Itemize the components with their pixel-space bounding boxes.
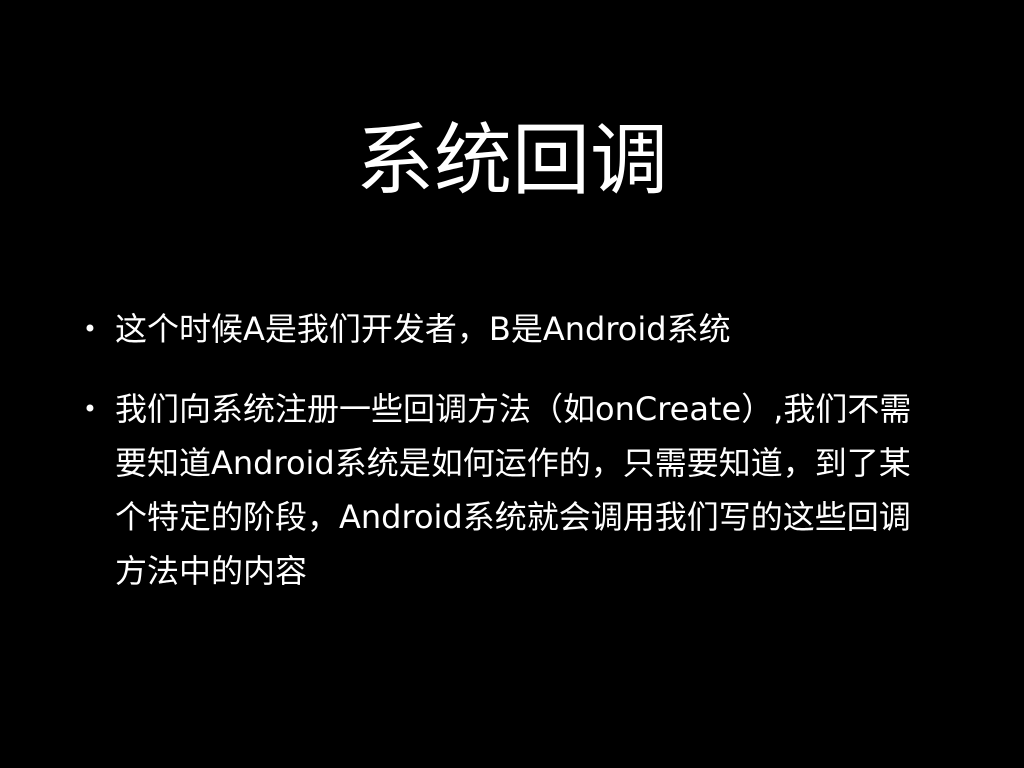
presentation-slide: 系统回调 • 这个时候A是我们开发者，B是Android系统 • 我们向系统注册… xyxy=(0,0,1024,768)
bullet-text: 这个时候A是我们开发者，B是Android系统 xyxy=(115,310,731,348)
bullet-item-register-callbacks: • 我们向系统注册一些回调方法（如onCreate）,我们不需要知道Androi… xyxy=(80,382,935,598)
bullet-marker: • xyxy=(82,395,98,423)
bullet-item-developer-and-android: • 这个时候A是我们开发者，B是Android系统 xyxy=(80,302,935,356)
bullet-text: 我们向系统注册一些回调方法（如onCreate）,我们不需要知道Android系… xyxy=(115,390,912,590)
bullet-marker: • xyxy=(82,315,98,343)
bullet-list: • 这个时候A是我们开发者，B是Android系统 • 我们向系统注册一些回调方… xyxy=(80,302,960,598)
slide-title: 系统回调 xyxy=(355,116,668,207)
